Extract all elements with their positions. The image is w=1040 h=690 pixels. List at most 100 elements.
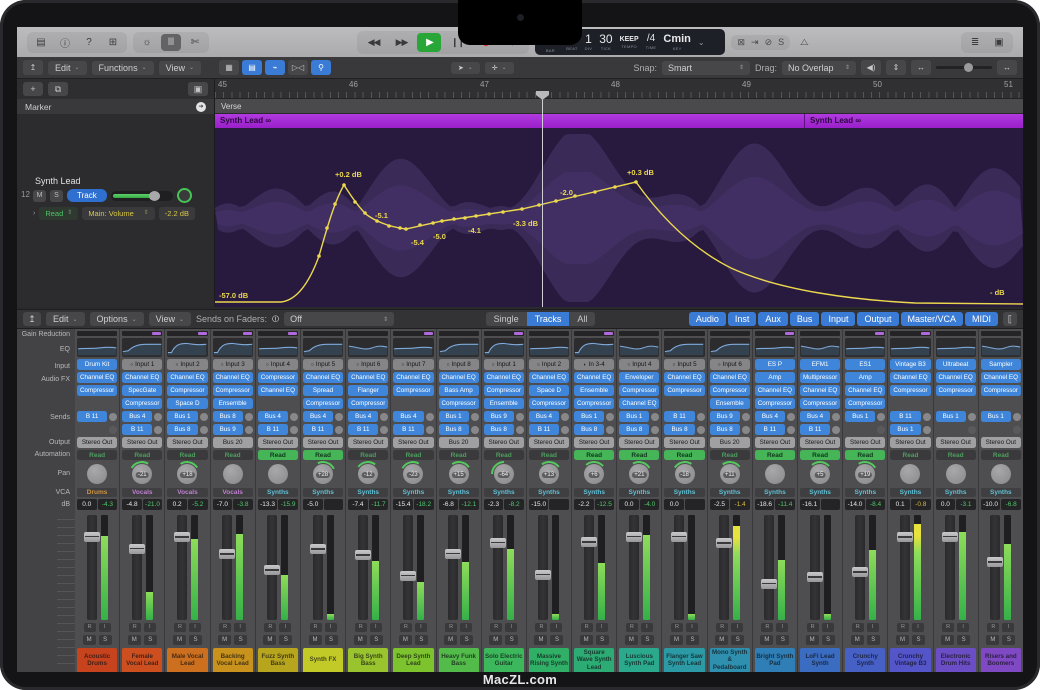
pan-knob[interactable] [991,464,1011,484]
fader-handle[interactable] [807,572,823,582]
audio-fx-slot[interactable]: Space D [529,385,569,396]
mixer-mode-all[interactable]: All [569,312,595,326]
eq-thumbnail[interactable] [393,338,433,357]
automation-mode-button[interactable]: Read [845,450,885,460]
library-icon[interactable]: ☼ [137,34,157,51]
audio-fx-slot[interactable]: Compressor [393,385,433,396]
send-bus[interactable]: B 11 [890,411,920,422]
input-slot[interactable]: ○Input 3 [213,359,253,370]
vca-assignment[interactable]: Vocals [167,488,207,497]
vca-assignment[interactable]: Synths [574,488,614,497]
record-enable-button[interactable]: R [942,623,954,632]
send-bus[interactable]: Bus 4 [348,411,378,422]
fader-track[interactable] [448,515,458,620]
fader-handle[interactable] [400,571,416,581]
list-editors-icon[interactable]: ≣ [965,34,985,51]
audio-fx-slot[interactable]: Compressor [574,398,614,409]
pan-control[interactable] [77,462,117,486]
send-knob[interactable] [742,426,750,434]
automation-param-dropdown[interactable]: Main: Volume⇕ [82,207,154,220]
channel-strip-9[interactable]: ○Input 8Channel EQBass AmpCompressorBus … [437,329,481,672]
edit-menu[interactable]: Edit⌄ [48,61,87,75]
send-bus[interactable]: Bus 8 [710,424,740,435]
zoom-slider[interactable] [936,66,992,69]
record-enable-button[interactable]: R [219,623,231,632]
send-bus[interactable]: Bus 4 [122,411,152,422]
fader-track[interactable] [945,515,955,620]
input-monitor-button[interactable]: I [415,623,427,632]
track-header-config-button[interactable]: ▣ [188,82,208,96]
send-knob[interactable] [606,413,614,421]
input-slot[interactable]: Sampler [981,359,1021,370]
fader-handle[interactable] [445,549,461,559]
input-slot[interactable]: ○Input 6 [348,359,388,370]
tuner-icon[interactable]: ⊘ [765,37,773,48]
send-knob[interactable] [832,426,840,434]
marker-disclosure-icon[interactable]: ➔ [196,102,206,112]
audio-fx-slot[interactable]: Compressor [936,385,976,396]
automation-mode-button[interactable]: Read [574,450,614,460]
replace-icon[interactable]: ⊠ [737,37,745,48]
filter-audio[interactable]: Audio [689,312,726,326]
audio-fx-slot[interactable]: Channel EQ [619,398,659,409]
pan-control[interactable] [981,462,1021,486]
audio-fx-slot[interactable]: Channel EQ [167,372,207,383]
vca-assignment[interactable]: Vocals [122,488,162,497]
peak-value[interactable]: -18.2 [414,499,434,510]
send-bus[interactable]: B 11 [77,411,107,422]
solo-button[interactable]: S [325,635,338,645]
grid-icon[interactable]: ▦ [219,60,239,75]
fader-value[interactable]: -14.0 [845,499,865,510]
pan-control[interactable]: -12 [348,462,388,486]
audio-fx-slot[interactable]: Amp [845,372,885,383]
solo-button[interactable]: S [822,635,835,645]
eq-thumbnail[interactable] [664,338,704,357]
automation-point-label[interactable]: -2.0 [560,188,573,197]
automation-point-label[interactable]: +0.3 dB [627,168,654,177]
automation-mode-button[interactable]: Read [439,450,479,460]
automation-mode-button[interactable]: Read [529,450,569,460]
filter-inst[interactable]: Inst [728,312,757,326]
input-monitor-button[interactable]: I [686,623,698,632]
solo-button[interactable]: S [279,635,292,645]
peak-value[interactable]: -6.8 [1001,499,1021,510]
audio-fx-slot[interactable]: Spread [303,385,343,396]
audio-fx-slot[interactable]: Channel EQ [484,372,524,383]
eq-thumbnail[interactable] [800,338,840,357]
vca-assignment[interactable]: Vocals [213,488,253,497]
audio-fx-slot[interactable]: Compressor [258,372,298,383]
peak-value[interactable]: -8.2 [504,499,524,510]
track-name-tag[interactable]: Backing Vocal Lead [213,648,253,672]
vca-assignment[interactable]: Synths [710,488,750,497]
audio-fx-slot[interactable]: Channel EQ [800,385,840,396]
vca-assignment[interactable]: Synths [845,488,885,497]
pan-control[interactable]: -23 [393,462,433,486]
pan-knob[interactable]: +13 [539,464,559,484]
audio-fx-slot[interactable]: Channel EQ [936,372,976,383]
send-knob[interactable] [200,426,208,434]
audio-fx-slot[interactable]: Ensemble [574,385,614,396]
pan-control[interactable]: +15 [439,462,479,486]
audio-fx-slot[interactable]: Channel EQ [122,372,162,383]
fader-handle[interactable] [219,549,235,559]
automation-mode-button[interactable]: Read [393,450,433,460]
pan-control[interactable] [213,462,253,486]
send-knob[interactable] [877,413,885,421]
pan-control[interactable] [890,462,930,486]
fader-track[interactable] [674,515,684,620]
output-slot[interactable]: Stereo Out [167,437,207,448]
send-bus[interactable]: Bus 9 [484,411,514,422]
eq-thumbnail[interactable] [258,338,298,357]
audio-fx-slot[interactable]: Ensemble [213,398,253,409]
mute-button[interactable]: M [534,635,547,645]
region-header[interactable]: Synth Lead ∞ Synth Lead ∞ [215,114,1023,128]
send-bus[interactable]: B 11 [800,424,830,435]
audio-fx-slot[interactable]: Channel EQ [664,372,704,383]
input-monitor-button[interactable]: I [505,623,517,632]
fader-value[interactable]: 0.0 [664,499,684,510]
record-enable-button[interactable]: R [987,623,999,632]
track-name-tag[interactable]: Crunchy Synth [845,648,885,672]
vca-assignment[interactable]: Synths [348,488,388,497]
peak-value[interactable]: -11.4 [775,499,795,510]
fader-handle[interactable] [535,570,551,580]
